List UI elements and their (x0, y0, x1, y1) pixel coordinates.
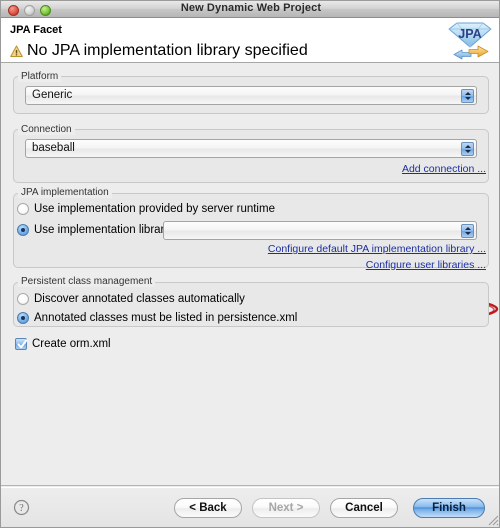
radio-use-server-runtime-label: Use implementation provided by server ru… (34, 203, 275, 215)
connection-combo-value: baseball (32, 142, 75, 154)
radio-discover-annotated-classes[interactable]: Discover annotated classes automatically (17, 293, 245, 305)
radio-use-implementation-library-indicator[interactable] (17, 224, 29, 236)
checkmark-icon (17, 339, 28, 349)
implementation-library-combo[interactable] (163, 221, 477, 240)
connection-combo-arrows-icon[interactable] (461, 142, 474, 156)
title-bar: New Dynamic Web Project (1, 1, 499, 18)
radio-annotated-classes-listed-label: Annotated classes must be listed in pers… (34, 312, 298, 324)
cancel-button[interactable]: Cancel (330, 498, 398, 518)
platform-combo[interactable]: Generic (25, 86, 477, 105)
jpa-implementation-group-label: JPA implementation (18, 187, 112, 198)
radio-annotated-classes-listed[interactable]: Annotated classes must be listed in pers… (17, 312, 297, 324)
svg-text:JPA: JPA (458, 27, 481, 41)
create-orm-xml-label: Create orm.xml (32, 338, 111, 350)
button-bar: ? < Back Next > Cancel Finish (1, 487, 499, 527)
header-message-row: No JPA implementation library specified (10, 42, 308, 60)
platform-combo-arrows-icon[interactable] (461, 89, 474, 103)
finish-button[interactable]: Finish (413, 498, 485, 518)
radio-use-implementation-library[interactable]: Use implementation library: (17, 224, 173, 236)
header-message: No JPA implementation library specified (27, 42, 308, 59)
dialog-window: New Dynamic Web Project JPA Facet No JPA… (0, 0, 500, 528)
warning-icon (10, 45, 23, 57)
window-title: New Dynamic Web Project (180, 2, 322, 14)
radio-use-server-runtime[interactable]: Use implementation provided by server ru… (17, 203, 275, 215)
create-orm-xml-checkbox[interactable] (15, 338, 28, 350)
wizard-header: JPA Facet No JPA implementation library … (1, 18, 499, 63)
jpa-logo: JPA (448, 22, 492, 60)
svg-text:?: ? (19, 503, 24, 514)
platform-combo-value: Generic (32, 89, 73, 101)
persistent-class-management-group-label: Persistent class management (18, 276, 156, 287)
radio-discover-annotated-classes-label: Discover annotated classes automatically (34, 293, 245, 305)
radio-use-implementation-library-label: Use implementation library: (34, 224, 174, 236)
next-button: Next > (252, 498, 320, 518)
wizard-body: Platform Generic Connection baseball Add… (1, 63, 499, 486)
configure-user-libraries-link[interactable]: Configure user libraries ... (366, 259, 486, 271)
implementation-library-combo-arrows-icon[interactable] (461, 224, 474, 238)
radio-discover-annotated-classes-indicator[interactable] (17, 293, 29, 305)
radio-annotated-classes-listed-indicator[interactable] (17, 312, 29, 324)
configure-default-jpa-implementation-library-link[interactable]: Configure default JPA implementation lib… (268, 243, 486, 255)
page-title: JPA Facet (10, 24, 62, 36)
create-orm-xml-checkbox-row[interactable]: Create orm.xml (15, 338, 111, 350)
radio-use-server-runtime-indicator[interactable] (17, 203, 29, 215)
connection-combo[interactable]: baseball (25, 139, 477, 158)
back-button[interactable]: < Back (174, 498, 242, 518)
add-connection-link[interactable]: Add connection ... (402, 163, 486, 175)
connection-group-label: Connection (18, 124, 75, 135)
platform-group-label: Platform (18, 71, 62, 82)
help-icon[interactable]: ? (13, 499, 30, 516)
resize-grip[interactable] (486, 513, 499, 526)
